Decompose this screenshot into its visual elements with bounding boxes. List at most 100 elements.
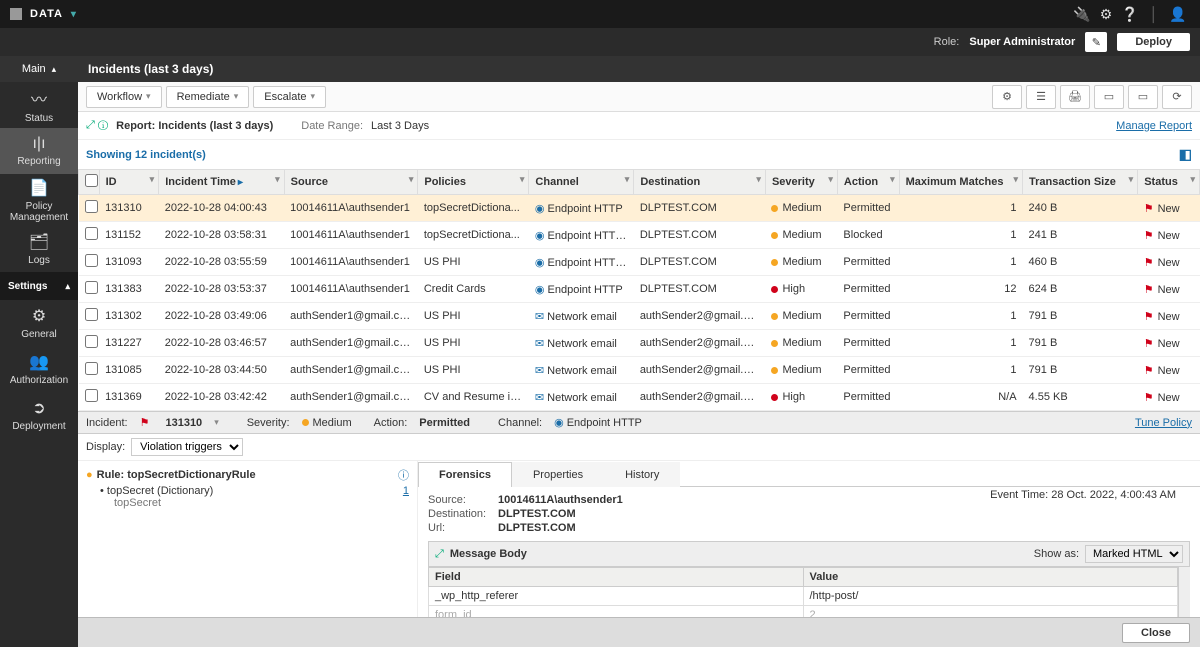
sub-rule-count[interactable]: 1 — [403, 485, 409, 497]
table-row[interactable]: 1313022022-10-28 03:49:06authSender1@gma… — [79, 303, 1200, 330]
col-max-matches[interactable]: Maximum Matches▾ — [899, 170, 1022, 195]
row-checkbox[interactable] — [85, 335, 98, 348]
sub-rule[interactable]: • topSecret (Dictionary) 1 — [86, 485, 409, 497]
col-id[interactable]: ID▾ — [99, 170, 159, 195]
tab-forensics[interactable]: Forensics — [418, 462, 512, 487]
export-csv-icon[interactable]: ▭ — [1128, 85, 1158, 109]
col-menu-icon[interactable]: ▾ — [1129, 174, 1134, 185]
expand-icon: ▴ — [65, 281, 70, 292]
col-source[interactable]: Source▾ — [284, 170, 418, 195]
col-policies[interactable]: Policies▾ — [418, 170, 529, 195]
sidebar-item-deployment[interactable]: ➲ Deployment — [0, 392, 78, 438]
table-row[interactable]: 1310852022-10-28 03:44:50authSender1@gma… — [79, 357, 1200, 384]
refresh-icon[interactable]: ⟳ — [1162, 85, 1192, 109]
tab-history[interactable]: History — [604, 462, 680, 487]
print-icon[interactable]: 🖨 — [1060, 85, 1090, 109]
main-nav-toggle[interactable]: Main ▴ — [0, 56, 78, 82]
help-icon[interactable]: ❔ — [1118, 6, 1142, 23]
table-row[interactable]: 1313102022-10-28 04:00:4310014611A\auths… — [79, 195, 1200, 222]
col-menu-icon[interactable]: ▾ — [756, 174, 761, 185]
row-checkbox[interactable] — [85, 389, 98, 402]
sidebar: 〰 Status ı|ı Reporting 📄 Policy Manageme… — [0, 82, 78, 647]
escalate-button[interactable]: Escalate▾ — [253, 86, 326, 108]
user-icon[interactable]: 👤 — [1166, 6, 1190, 23]
col-menu-icon[interactable]: ▾ — [520, 174, 525, 185]
sidebar-item-logs[interactable]: 🗂 Logs — [0, 226, 78, 272]
show-as-select[interactable]: Marked HTML — [1085, 545, 1183, 563]
row-checkbox[interactable] — [85, 200, 98, 213]
deploy-button[interactable]: Deploy — [1117, 33, 1190, 51]
sidebar-item-authorization[interactable]: 👥 Authorization — [0, 346, 78, 392]
collapse-icon[interactable]: ⤢ — [435, 548, 444, 561]
sidebar-item-status[interactable]: 〰 Status — [0, 82, 78, 128]
table-row[interactable]: 1311522022-10-28 03:58:3110014611A\auths… — [79, 222, 1200, 249]
plug-icon[interactable]: 🔌 — [1070, 6, 1094, 23]
col-menu-icon[interactable]: ▾ — [1190, 174, 1195, 185]
brand-menu-arrow-icon[interactable]: ▾ — [71, 9, 77, 20]
col-menu-icon[interactable]: ▾ — [275, 174, 280, 185]
col-menu-icon[interactable]: ▾ — [1014, 174, 1019, 185]
col-checkbox[interactable] — [79, 170, 100, 195]
cell-destination: authSender2@gmail.com — [634, 330, 766, 357]
view-mode-icon[interactable]: ◧ — [1179, 146, 1192, 163]
col-severity[interactable]: Severity▾ — [765, 170, 837, 195]
col-channel[interactable]: Channel▾ — [529, 170, 634, 195]
col-incident-time[interactable]: Incident Time▸▾ — [159, 170, 284, 195]
action-bar: Workflow▾ Remediate▾ Escalate▾ ⚙ ☰ 🖨 ▭ ▭… — [78, 82, 1200, 112]
remediate-button[interactable]: Remediate▾ — [166, 86, 250, 108]
col-destination[interactable]: Destination▾ — [634, 170, 766, 195]
row-checkbox[interactable] — [85, 308, 98, 321]
sidebar-item-general[interactable]: ⚙ General — [0, 300, 78, 346]
cell-time: 2022-10-28 04:00:43 — [159, 195, 284, 222]
col-menu-icon[interactable]: ▾ — [150, 174, 155, 185]
edit-icon[interactable]: ✎ — [1085, 32, 1107, 52]
cell-matches: 1 — [899, 357, 1022, 384]
col-menu-icon[interactable]: ▾ — [409, 174, 414, 185]
cell-matches: 1 — [899, 249, 1022, 276]
rule-info-icon[interactable]: ⓘ — [398, 467, 409, 483]
row-checkbox[interactable] — [85, 227, 98, 240]
export-pdf-icon[interactable]: ▭ — [1094, 85, 1124, 109]
layers-icon[interactable]: ☰ — [1026, 85, 1056, 109]
top-bar: DATA ▾ 🔌 ⚙ ❔ │ 👤 — [0, 0, 1200, 28]
tab-properties[interactable]: Properties — [512, 462, 604, 487]
col-label: Transaction Size — [1029, 176, 1116, 188]
settings-icon[interactable]: ⚙ — [992, 85, 1022, 109]
workflow-button[interactable]: Workflow▾ — [86, 86, 162, 108]
rule-row[interactable]: ● Rule: topSecretDictionaryRule ⓘ — [86, 465, 409, 485]
col-status[interactable]: Status▾ — [1138, 170, 1200, 195]
cell-id: 131310 — [99, 195, 159, 222]
display-select[interactable]: Violation triggers — [131, 438, 243, 456]
col-menu-icon[interactable]: ▾ — [890, 174, 895, 185]
table-row[interactable]: 1312272022-10-28 03:46:57authSender1@gma… — [79, 330, 1200, 357]
row-checkbox[interactable] — [85, 254, 98, 267]
cell-status: ⚑New — [1138, 330, 1200, 357]
cell-id: 131085 — [99, 357, 159, 384]
nav-label: Logs — [28, 255, 50, 266]
flag-icon: ⚑ — [1144, 230, 1154, 242]
row-checkbox[interactable] — [85, 281, 98, 294]
col-menu-icon[interactable]: ▾ — [828, 174, 833, 185]
field-row: _wp_http_referer/http-post/ — [429, 587, 1178, 606]
gear-icon[interactable]: ⚙ — [1094, 6, 1118, 23]
incident-menu-icon[interactable]: ▾ — [214, 417, 219, 428]
field-value: /http-post/ — [803, 587, 1178, 606]
tune-policy-link[interactable]: Tune Policy — [1135, 417, 1192, 429]
table-row[interactable]: 1310932022-10-28 03:55:5910014611A\auths… — [79, 249, 1200, 276]
col-menu-icon[interactable]: ▾ — [625, 174, 630, 185]
filter-icon[interactable]: ▸ — [238, 177, 243, 188]
select-all-checkbox[interactable] — [85, 174, 98, 187]
brand[interactable]: DATA ▾ — [10, 8, 77, 20]
main-content: Workflow▾ Remediate▾ Escalate▾ ⚙ ☰ 🖨 ▭ ▭… — [78, 82, 1200, 647]
manage-report-link[interactable]: Manage Report — [1116, 120, 1192, 132]
table-row[interactable]: 1313832022-10-28 03:53:3710014611A\auths… — [79, 276, 1200, 303]
expand-all-icon[interactable]: ⤢ ⓘ — [86, 119, 108, 132]
sidebar-item-settings[interactable]: Settings ▴ — [0, 272, 78, 300]
col-action[interactable]: Action▾ — [837, 170, 899, 195]
col-tx-size[interactable]: Transaction Size ▾ — [1023, 170, 1138, 195]
sidebar-item-policy[interactable]: 📄 Policy Management — [0, 174, 78, 226]
row-checkbox[interactable] — [85, 362, 98, 375]
close-button[interactable]: Close — [1122, 623, 1190, 643]
sidebar-item-reporting[interactable]: ı|ı Reporting — [0, 128, 78, 174]
table-row[interactable]: 1313692022-10-28 03:42:42authSender1@gma… — [79, 384, 1200, 411]
